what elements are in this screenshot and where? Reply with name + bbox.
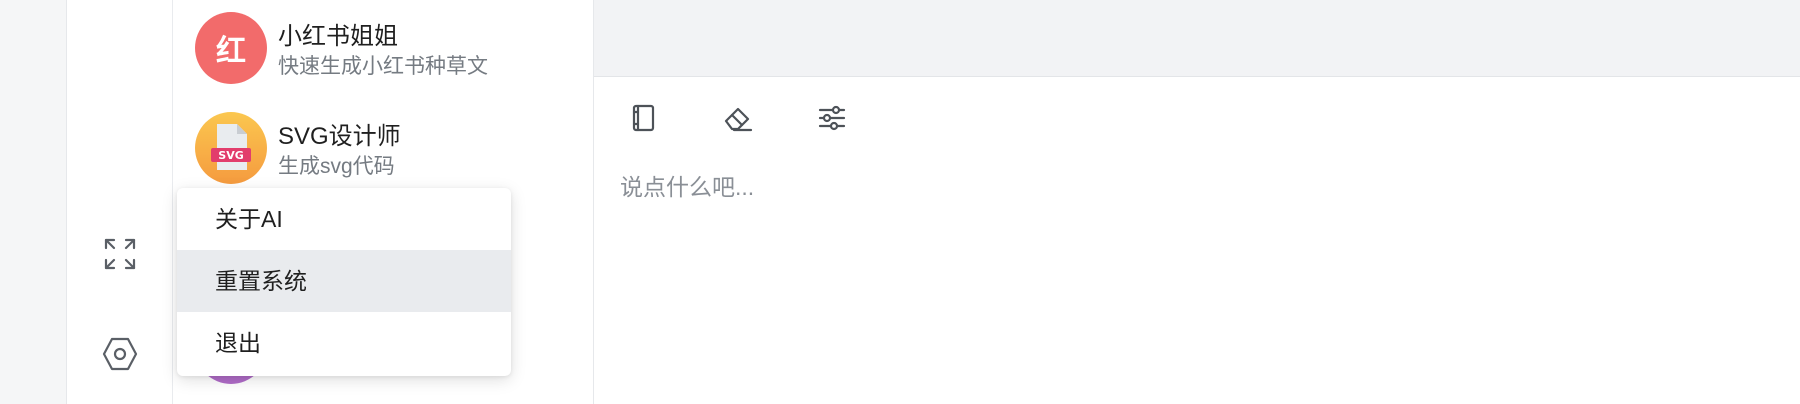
assistant-title: SVG设计师 [278,123,401,150]
menu-item-about-ai[interactable]: 关于AI [177,188,511,250]
settings-dropdown-menu: 关于AI 重置系统 退出 [177,188,511,376]
assistant-item-xiaohongshu[interactable]: 红 小红书姐姐 快速生成小红书种草文 [195,10,575,86]
avatar: SVG [195,112,267,184]
menu-item-logout[interactable]: 退出 [177,312,511,374]
svg-file-icon: SVG [211,124,251,170]
book-icon[interactable] [621,96,665,140]
icon-rail [66,0,173,404]
assistant-subtitle: 生成svg代码 [278,155,395,178]
assistant-subtitle: 快速生成小红书种草文 [278,55,488,78]
eraser-icon[interactable] [716,96,760,140]
assistant-title: 小红书姐姐 [278,23,398,50]
avatar: 红 [195,12,267,84]
message-input[interactable] [620,168,1770,388]
svg-text:SVG: SVG [218,149,243,162]
menu-item-reset-system[interactable]: 重置系统 [177,250,511,312]
sliders-icon[interactable] [810,96,854,140]
top-bar [594,0,1800,77]
settings-icon[interactable] [100,334,140,374]
expand-icon[interactable] [100,234,140,274]
assistant-item-svg-designer[interactable]: SVG SVG设计师 生成svg代码 [195,110,575,186]
left-gutter [0,0,66,404]
